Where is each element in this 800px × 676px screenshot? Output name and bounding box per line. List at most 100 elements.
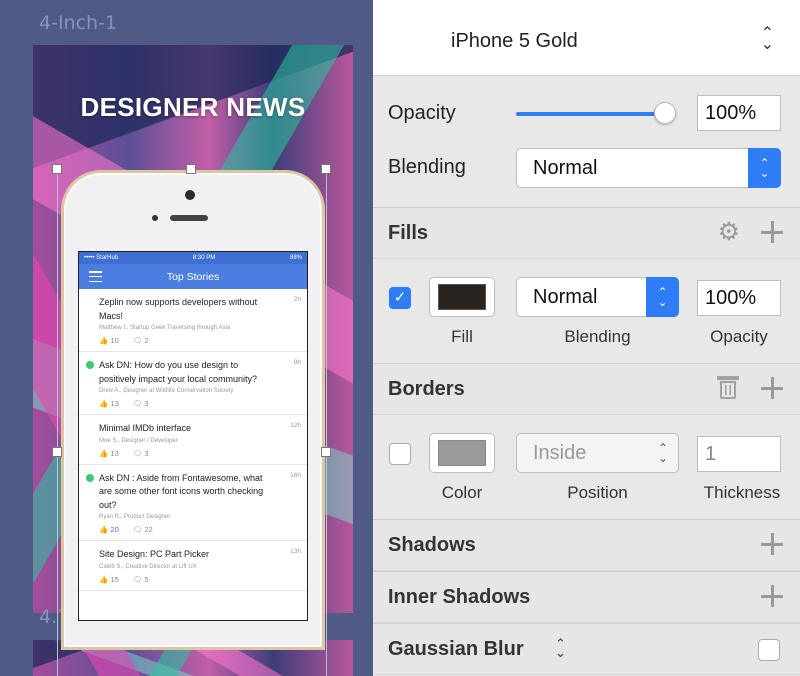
story-item[interactable]: Ask DN : Aside from Fontawesome, what ar… xyxy=(79,465,307,541)
border-position-caption: Position xyxy=(567,483,628,502)
gaussian-blur-section-header: Gaussian Blur ⌃ ⌄ xyxy=(373,623,800,675)
fill-blending-stepper-icon[interactable]: ⌃ ⌄ xyxy=(646,277,679,317)
carrier-label: ••••• StarHub xyxy=(84,255,119,261)
upvote-icon[interactable]: 👍 13 xyxy=(99,449,119,458)
ask-dn-badge-icon xyxy=(86,473,94,482)
comment-icon[interactable]: 🗨 3 xyxy=(133,399,149,408)
border-thickness-input[interactable]: 1 xyxy=(697,436,781,472)
story-author: Ryan R., Product Designer xyxy=(99,514,171,520)
upvote-icon[interactable]: 👍 15 xyxy=(99,575,119,584)
opacity-slider-knob[interactable] xyxy=(654,102,676,124)
resize-handle-middle-right[interactable] xyxy=(321,447,331,457)
inspector-panel: iPhone 5 Gold ⌃ ⌄ Opacity 100% Blending N… xyxy=(373,0,800,676)
blending-stepper-icon[interactable]: ⌃ ⌄ xyxy=(748,148,781,188)
shadows-title: Shadows xyxy=(388,534,476,556)
artboard-label-4-inch[interactable]: 4-Inch-1 xyxy=(39,12,117,34)
phone-proximity-sensor xyxy=(185,190,195,200)
upvote-count: 10 xyxy=(110,336,119,345)
fills-add-icon[interactable] xyxy=(760,220,784,244)
story-item[interactable]: Minimal IMDb interface 12h Moe S., Designe… xyxy=(79,415,307,465)
opacity-slider-track[interactable] xyxy=(516,112,668,116)
designer-news-headline: DESIGNER NEWS xyxy=(80,92,306,122)
borders-title: Borders xyxy=(388,378,465,400)
story-stats: 👍 20 🗨 22 xyxy=(99,525,287,534)
shadows-add-icon[interactable] xyxy=(760,532,784,556)
story-title[interactable]: Ask DN: How do you use design to positiv… xyxy=(99,359,287,386)
upvote-count: 15 xyxy=(110,574,119,584)
story-age: 13h xyxy=(290,548,301,555)
resize-handle-top-right[interactable] xyxy=(321,164,331,174)
upvote-icon[interactable]: 👍 20 xyxy=(99,525,119,534)
blur-type-stepper-icon[interactable]: ⌃ ⌄ xyxy=(555,637,566,659)
border-position-select[interactable]: Inside ⌃ ⌄ xyxy=(516,433,679,473)
resize-handle-top-center[interactable] xyxy=(186,164,196,174)
upvote-icon[interactable]: 👍 10 xyxy=(99,336,119,345)
ask-dn-badge-icon xyxy=(86,361,94,369)
story-title[interactable]: Zeplin now supports developers without M… xyxy=(99,296,287,323)
device-selector[interactable]: iPhone 5 Gold ⌃ ⌄ xyxy=(373,0,800,76)
fills-gear-icon[interactable]: ⚙ xyxy=(718,220,740,245)
resize-handle-middle-left[interactable] xyxy=(52,447,62,457)
story-title[interactable]: Site Design: PC Part Picker xyxy=(99,548,287,562)
borders-trash-icon[interactable] xyxy=(717,376,739,399)
fill-blending-value: Normal xyxy=(533,286,598,308)
inner-shadows-add-icon[interactable] xyxy=(760,584,784,608)
comment-icon[interactable]: 🗨 5 xyxy=(133,575,149,584)
border-color-caption: Color xyxy=(441,483,483,502)
fill-opacity-caption: Opacity xyxy=(710,327,768,346)
status-time: 8:30 PM xyxy=(192,255,216,261)
upvote-count: 20 xyxy=(110,525,119,534)
fill-blending-select[interactable]: Normal ⌃ ⌄ xyxy=(516,277,679,317)
upvote-count: 13 xyxy=(110,399,119,408)
border-position-value: Inside xyxy=(533,442,587,464)
resize-handle-top-left[interactable] xyxy=(52,164,62,174)
upvote-count: 13 xyxy=(110,448,119,458)
border-enabled-checkbox[interactable] xyxy=(389,443,411,465)
comment-icon[interactable]: 🗨 2 xyxy=(133,336,149,345)
upvote-icon[interactable]: 👍 13 xyxy=(99,399,119,408)
gaussian-blur-checkbox[interactable] xyxy=(758,639,780,661)
shadows-section-header: Shadows xyxy=(373,519,800,571)
story-title[interactable]: Minimal IMDb interface xyxy=(99,422,287,436)
canvas[interactable]: 4-Inch-1 DESIGNER NEWS 4.7-Inch-1 ••••• … xyxy=(0,0,373,676)
opacity-input[interactable]: 100% xyxy=(697,95,781,131)
fill-enabled-checkbox[interactable]: ✓ xyxy=(389,287,411,309)
phone-speaker xyxy=(170,215,208,221)
story-age: 12h xyxy=(290,422,301,429)
story-item[interactable]: Zeplin now supports developers without M… xyxy=(79,289,307,352)
selection-edge-right xyxy=(326,169,327,676)
comment-count: 2 xyxy=(144,336,149,345)
story-item[interactable]: Ask DN: How do you use design to positiv… xyxy=(79,352,307,415)
fill-color-well[interactable] xyxy=(429,277,495,317)
borders-section-header: Borders xyxy=(373,363,800,415)
story-stats: 👍 13 🗨 3 xyxy=(99,449,287,458)
device-name: iPhone 5 Gold xyxy=(451,30,578,52)
story-list: Zeplin now supports developers without M… xyxy=(79,289,307,591)
blending-select[interactable]: Normal ⌃ ⌄ xyxy=(516,148,781,188)
device-stepper-icon[interactable]: ⌃ ⌄ xyxy=(761,26,774,53)
opacity-label: Opacity xyxy=(388,102,456,124)
border-color-well[interactable] xyxy=(429,433,495,473)
battery-label: 88% xyxy=(289,255,302,261)
comment-count: 3 xyxy=(144,448,149,458)
comment-icon[interactable]: 🗨 3 xyxy=(133,449,149,458)
hamburger-menu-icon xyxy=(89,271,102,282)
border-position-stepper-icon[interactable]: ⌃ ⌄ xyxy=(658,442,668,464)
story-author: Moe S., Designer / Developer xyxy=(99,437,178,444)
gaussian-blur-title[interactable]: Gaussian Blur xyxy=(388,638,524,661)
story-author: Caleb S., Creative Director at Lift UX xyxy=(99,563,197,570)
border-thickness-caption: Thickness xyxy=(703,483,781,502)
fills-title: Fills xyxy=(388,222,429,244)
comment-icon[interactable]: 🗨 22 xyxy=(133,525,153,534)
story-stats: 👍 15 🗨 5 xyxy=(99,575,287,584)
borders-add-icon[interactable] xyxy=(760,376,784,400)
comment-count: 5 xyxy=(144,574,149,584)
app-nav-title: Top Stories xyxy=(166,270,220,283)
fill-caption: Fill xyxy=(451,327,473,346)
story-author: Drew A., Designer at Wildlife Conservati… xyxy=(99,388,234,394)
comment-count: 22 xyxy=(144,525,153,534)
story-item[interactable]: Site Design: PC Part Picker 13h Caleb S., … xyxy=(79,541,307,591)
story-title[interactable]: Ask DN : Aside from Fontawesome, what ar… xyxy=(99,472,287,513)
comment-count: 3 xyxy=(144,399,149,408)
fill-opacity-input[interactable]: 100% xyxy=(697,280,781,316)
